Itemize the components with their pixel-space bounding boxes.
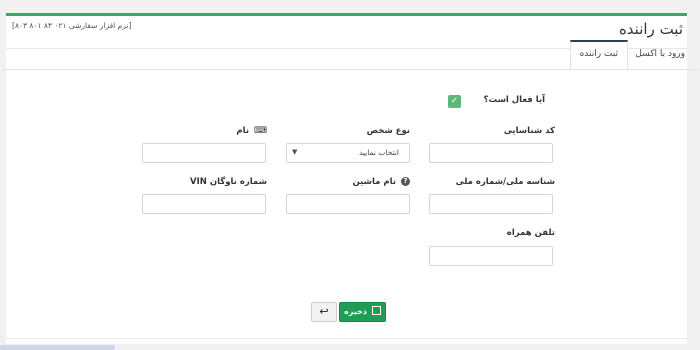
help-icon[interactable]: ?	[401, 177, 410, 186]
is-active-checkbox[interactable]: ✓	[448, 95, 461, 108]
back-arrow-icon: ↩	[319, 305, 329, 318]
car-name-label-text: نام ماشین	[352, 177, 397, 187]
national-id-label: شناسه ملی/شماره ملی	[455, 177, 555, 187]
vin-label: شماره ناوگان VIN	[190, 177, 267, 187]
name-label-text: نام	[236, 126, 250, 136]
tab-excel-import-label: ورود با اکسل	[635, 49, 685, 59]
keyboard-icon[interactable]: ⌨	[254, 126, 267, 136]
person-type-label: نوع شخص	[366, 126, 410, 136]
tab-excel-import[interactable]: ورود با اکسل	[626, 41, 694, 68]
tab-register-driver-label: ثبت راننده	[579, 49, 618, 59]
person-type-selected: انتخاب نمایید	[358, 148, 399, 157]
page-title: ثبت راننده	[618, 20, 683, 38]
car-name-input[interactable]	[286, 194, 410, 214]
tab-register-driver[interactable]: ثبت راننده	[569, 40, 628, 69]
code-label: کد شناسایی	[503, 126, 555, 136]
chevron-down-icon: ▼	[292, 148, 298, 156]
footer-scroll-indicator	[0, 345, 115, 350]
national-id-input[interactable]	[429, 194, 553, 214]
name-label: ⌨ نام	[236, 126, 267, 136]
phone-note: [نرم افزار سفارشی ۰۲۱ ۸۳ ۸۰۱ ۸۰۳]	[12, 21, 132, 30]
tab-bar: ورود با اکسل ثبت راننده	[2, 40, 698, 70]
floppy-disk-icon	[371, 306, 381, 315]
back-button[interactable]: ↩	[311, 302, 337, 322]
save-button-label: ذخیره	[344, 307, 368, 316]
save-button[interactable]: ذخیره	[339, 302, 386, 322]
mobile-label: تلفن همراه	[506, 228, 555, 238]
name-input[interactable]	[142, 143, 266, 163]
vin-input[interactable]	[142, 194, 266, 214]
check-icon: ✓	[450, 96, 459, 106]
card-bottom-divider	[6, 338, 687, 339]
code-input[interactable]	[429, 143, 553, 163]
person-type-select[interactable]: انتخاب نمایید ▼	[286, 143, 410, 163]
is-active-label: آیا فعال است؟	[483, 95, 545, 105]
car-name-label: ? نام ماشین	[353, 177, 410, 187]
mobile-input[interactable]	[429, 246, 553, 266]
